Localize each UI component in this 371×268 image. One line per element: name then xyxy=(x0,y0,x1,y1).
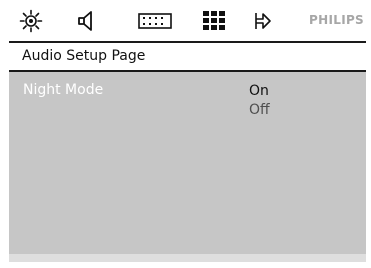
preference-setup-icon[interactable] xyxy=(202,8,226,34)
brand-logo: PHILIPS xyxy=(309,13,364,27)
video-setup-icon[interactable] xyxy=(137,8,173,34)
night-mode-setting[interactable]: Night Mode xyxy=(23,82,103,98)
setup-menu: PHILIPS Audio Setup Page Night Mode On O… xyxy=(9,0,366,262)
option-list: On Off xyxy=(249,82,270,120)
option-off[interactable]: Off xyxy=(249,101,270,120)
page-title: Audio Setup Page xyxy=(22,48,146,64)
exit-icon[interactable] xyxy=(249,8,273,34)
page-title-bar: Audio Setup Page xyxy=(9,43,366,71)
setup-icon-bar: PHILIPS xyxy=(9,0,366,42)
option-on[interactable]: On xyxy=(249,82,270,101)
audio-setup-icon[interactable] xyxy=(76,8,98,34)
footer-bar xyxy=(9,254,366,262)
general-setup-icon[interactable] xyxy=(19,8,43,34)
settings-panel: Night Mode On Off xyxy=(9,72,366,254)
